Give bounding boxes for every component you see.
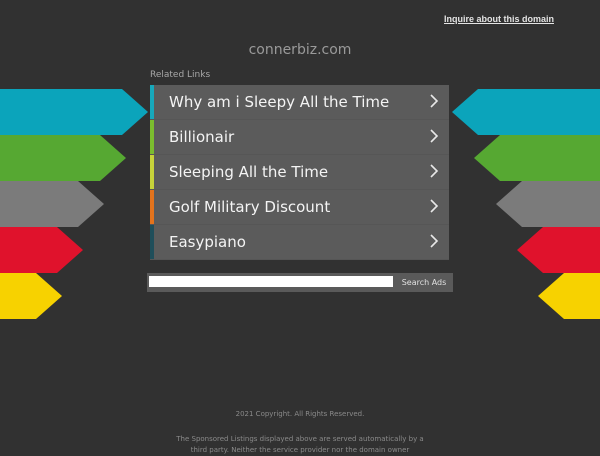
related-link-2[interactable]: Billionair — [150, 120, 449, 154]
related-link-3[interactable]: Sleeping All the Time — [150, 155, 449, 189]
related-link-label: Golf Military Discount — [169, 198, 331, 216]
chevron-right-icon — [429, 234, 439, 248]
related-link-1[interactable]: Why am i Sleepy All the Time — [150, 85, 449, 119]
decor-arrow-left-5 — [0, 273, 62, 319]
related-link-label: Easypiano — [169, 233, 246, 251]
related-link-label: Sleeping All the Time — [169, 163, 329, 181]
inquire-link[interactable]: Inquire about this domain — [444, 14, 554, 24]
decor-arrow-left-1 — [0, 89, 148, 135]
domain-title: connerbiz.com — [248, 42, 352, 58]
decor-arrow-right-3 — [496, 181, 600, 227]
search-bar: Search Ads — [147, 273, 453, 292]
related-links-heading: Related Links — [150, 70, 211, 80]
related-links-list: Why am i Sleepy All the Time Billionair … — [150, 85, 449, 260]
decor-arrow-right-5 — [538, 273, 600, 319]
decor-arrow-right-4 — [517, 227, 600, 273]
decor-arrow-left-4 — [0, 227, 83, 273]
decor-arrow-right-1 — [452, 89, 600, 135]
chevron-right-icon — [429, 94, 439, 108]
search-ads-button[interactable]: Search Ads — [395, 273, 453, 292]
search-input[interactable] — [149, 276, 393, 287]
copyright-text: 2021 Copyright. All Rights Reserved. — [235, 410, 365, 418]
related-link-label: Billionair — [169, 128, 235, 146]
related-link-label: Why am i Sleepy All the Time — [169, 93, 390, 111]
chevron-right-icon — [429, 164, 439, 178]
chevron-right-icon — [429, 199, 439, 213]
related-link-5[interactable]: Easypiano — [150, 225, 449, 259]
related-link-4[interactable]: Golf Military Discount — [150, 190, 449, 224]
disclaimer-text: The Sponsored Listings displayed above a… — [176, 435, 424, 454]
chevron-right-icon — [429, 129, 439, 143]
decor-arrow-left-3 — [0, 181, 104, 227]
decor-arrow-left-2 — [0, 135, 126, 181]
decor-arrow-right-2 — [474, 135, 600, 181]
